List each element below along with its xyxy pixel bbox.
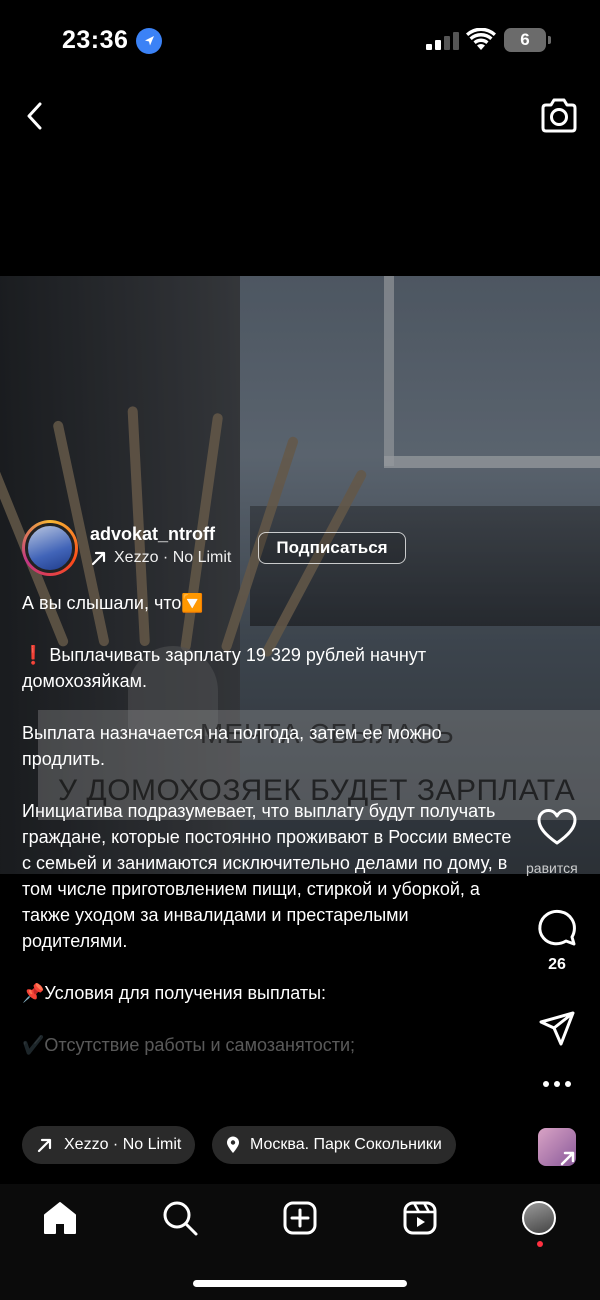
send-icon	[539, 1011, 575, 1046]
caption-paragraph: А вы слышали, что🔽	[22, 593, 204, 613]
chevron-left-icon	[27, 102, 42, 130]
comment-button[interactable]	[536, 906, 578, 953]
caption-paragraph: Инициатива подразумевает, что выплату бу…	[22, 801, 512, 951]
remix-thumbnail[interactable]	[538, 1128, 576, 1166]
reels-icon	[403, 1201, 437, 1235]
search-icon	[163, 1201, 198, 1236]
status-time: 23:36	[62, 26, 129, 54]
more-button[interactable]	[536, 1074, 578, 1099]
music-label: Xezzo · No Limit	[114, 549, 232, 566]
wifi-icon	[466, 27, 496, 52]
camera-button[interactable]	[538, 96, 580, 136]
nav-create[interactable]	[280, 1198, 320, 1238]
like-button[interactable]	[536, 808, 578, 851]
status-bar: 23:36 6	[0, 0, 600, 80]
caption-paragraph: 📌Условия для получения выплаты:	[22, 983, 327, 1003]
follow-button[interactable]: Подписаться	[258, 532, 406, 564]
arrow-up-right-icon	[560, 1151, 575, 1166]
caption-paragraph: ❗️ Выплачивать зарплату 19 329 рублей на…	[22, 645, 427, 691]
home-indicator	[193, 1280, 407, 1287]
comment-count: 26	[548, 956, 566, 973]
nav-reels[interactable]	[400, 1198, 440, 1238]
comment-icon	[538, 909, 576, 946]
music-attribution[interactable]: Xezzo · No Limit	[90, 549, 231, 567]
home-icon	[44, 1202, 76, 1234]
location-chip[interactable]: Москва. Парк Сокольники	[212, 1126, 456, 1164]
arrow-up-right-icon	[37, 1138, 52, 1153]
notification-dot	[537, 1241, 543, 1247]
arrow-up-right-icon	[91, 551, 106, 566]
location-chip-label: Москва. Парк Сокольники	[250, 1136, 442, 1153]
location-icon	[136, 28, 162, 54]
music-chip[interactable]: Xezzo · No Limit	[22, 1126, 196, 1164]
heart-icon	[537, 809, 577, 845]
more-icon	[543, 1081, 571, 1087]
caption-container[interactable]: А вы слышали, что🔽 ❗️ Выплачивать зарпла…	[0, 590, 520, 1118]
like-label: равится	[526, 860, 578, 876]
create-icon	[283, 1201, 317, 1235]
caption-paragraph: Выплата назначается на полгода, затем ее…	[22, 723, 442, 769]
nav-search[interactable]	[160, 1198, 200, 1238]
battery-icon: 6	[504, 28, 551, 52]
location-pin-icon	[227, 1136, 239, 1153]
profile-avatar[interactable]	[522, 1201, 556, 1235]
author-avatar[interactable]	[22, 520, 78, 576]
nav-home[interactable]	[40, 1198, 80, 1238]
back-button[interactable]	[18, 98, 54, 134]
caption-paragraph-faded: ✔️Отсутствие работы и самозанятости;	[22, 1035, 356, 1055]
author-username[interactable]: advokat_ntroff	[90, 524, 215, 545]
camera-icon	[541, 98, 577, 133]
music-chip-label: Xezzo · No Limit	[64, 1136, 182, 1153]
signal-icon	[426, 32, 460, 50]
caption-text: А вы слышали, что🔽 ❗️ Выплачивать зарпла…	[22, 590, 512, 1058]
share-button[interactable]	[536, 1008, 578, 1053]
